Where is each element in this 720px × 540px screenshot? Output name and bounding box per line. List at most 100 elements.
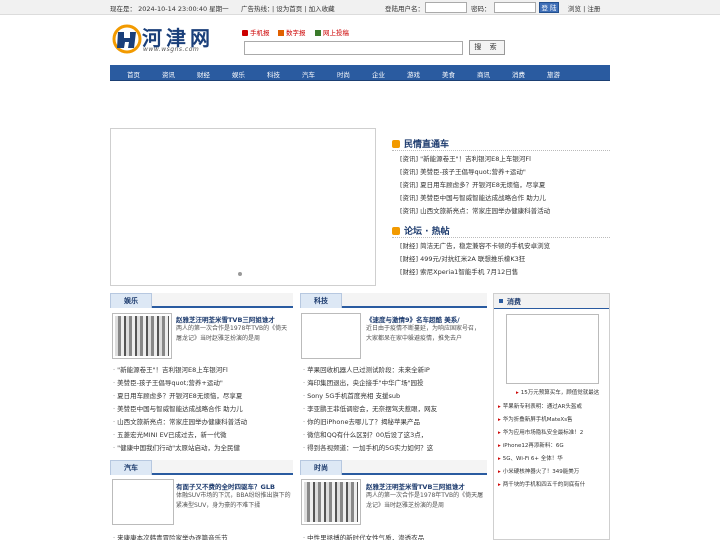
site-logo-icon[interactable] <box>112 22 142 58</box>
list-item[interactable]: 海印集团退出，央企接手"中华广场"园投 <box>303 377 423 387</box>
online-submit-link[interactable]: 网上投稿 <box>315 27 349 37</box>
tech-section: 科技 《速度与激情9》名车超酷 美系/ 近日由于疫情不断蔓延，为响应国家号召，大… <box>300 293 487 458</box>
homepage-favorite-links[interactable]: | 设为首页 | 加入收藏 <box>272 3 335 13</box>
list-item[interactable]: [资讯] 美赞臣中国与智威智能达成战略合作 助力儿 <box>400 192 546 202</box>
mobile-paper-link[interactable]: 手机报 <box>242 27 270 37</box>
featured-title[interactable]: 《速度与激情9》名车超酷 美系/ <box>366 314 460 324</box>
nav-item-food[interactable]: 美食 <box>442 69 455 79</box>
password-input[interactable] <box>494 2 536 13</box>
nav-item-enterprise[interactable]: 企业 <box>372 69 385 79</box>
list-item[interactable]: 山西文旅新亮点：常家庄园举办健康科普活动 <box>113 416 247 426</box>
consume-header: 消费 <box>494 294 609 309</box>
nav-item-business[interactable]: 商讯 <box>477 69 490 79</box>
list-item[interactable]: 5G、Wi-Fi 6+ 全体！华 <box>498 454 563 462</box>
divider <box>392 237 610 238</box>
featured-description: 两人的第一次合作是1978年TVB的《倚天屠龙记》当时赵雅芝扮演的是周 <box>366 492 484 509</box>
rss-icon <box>392 227 400 235</box>
consume-caption[interactable]: 15万元预算买车，顾值觉就最这 <box>516 388 600 396</box>
login-username-label: 登陆用户名： <box>385 5 424 13</box>
list-item[interactable]: 李亚鹏王菲低调密会，无奈摆驾夫惹眼，网友 <box>303 403 437 413</box>
tab-entertainment[interactable]: 娱乐 <box>110 293 152 308</box>
consume-title[interactable]: 消费 <box>507 297 521 307</box>
image-slider[interactable] <box>110 128 376 286</box>
nav-item-news[interactable]: 资讯 <box>162 69 175 79</box>
featured-description: 近日由于疫情不断蔓延，为响应国家号召，大家都呆在家中躲避疫情，推免去户 <box>366 325 481 342</box>
featured-description: 体融SUV市场的下沉，BBA纷纷推出旗下的紧凑型SUV，身为豪的不难下揉 <box>176 492 291 509</box>
search-button[interactable]: 搜 索 <box>469 40 505 55</box>
featured-photo <box>304 482 358 522</box>
list-item[interactable]: "新能源卷王"！吉利银河E8上车银河Fl <box>113 364 228 374</box>
featured-title[interactable]: 有面子又不费的全时四驱车？GLB <box>176 481 275 491</box>
featured-title[interactable]: 赵雅芝汪明荃米雪TVB三阿姐谁才 <box>176 314 275 324</box>
list-item[interactable]: [资讯] 夏日用车顾虑多？开银河E8无烦恼，尽享夏 <box>400 179 545 189</box>
list-item[interactable]: 你的旧iPhone去哪儿了？揭秘苹果产品 <box>303 416 420 426</box>
username-input[interactable] <box>425 2 467 13</box>
newspaper-icon <box>278 30 284 36</box>
featured-thumbnail[interactable] <box>112 479 174 525</box>
list-item[interactable]: 微信和QQ有什么区别？00后设了这3点， <box>303 429 427 439</box>
list-item[interactable]: 华为应用市场隐私安全最标准！2 <box>498 428 584 436</box>
consume-thumbnail[interactable] <box>506 314 599 384</box>
fashion-section: 时尚 赵雅芝汪明荃米雪TVB三阿姐谁才 两人的第一次合作是1978年TVB的《倚… <box>300 460 487 540</box>
list-item[interactable]: iPhone12再添新料：6G <box>498 441 564 449</box>
tab-auto[interactable]: 汽车 <box>110 460 152 475</box>
datetime-text: 现在是： 2024-10-14 23:00:40 星期一 <box>110 5 229 13</box>
divider <box>392 150 610 151</box>
featured-thumbnail[interactable] <box>301 479 361 525</box>
forum-title[interactable]: 论坛 · 热帖 <box>392 224 450 237</box>
rss-icon <box>392 140 400 148</box>
nav-item-games[interactable]: 游戏 <box>407 69 420 79</box>
login-button[interactable]: 登 陆 <box>539 2 559 13</box>
nav-item-entertainment[interactable]: 娱乐 <box>232 69 245 79</box>
list-item[interactable]: [资讯] 美赞臣-孩子王倡导quot;营养+运动" <box>400 166 526 176</box>
list-item[interactable]: 小米硬核神器火了！349能美万 <box>498 467 580 475</box>
nav-item-auto[interactable]: 汽车 <box>302 69 315 79</box>
consume-section: 消费 15万元预算买车，顾值觉就最这 苹果新专利表明：通过AR头盔或 华为折叠新… <box>493 293 610 540</box>
forum-section: 论坛 · 热帖 [财经] 简洁无广告，稳定兼容不卡顿的手机安卓浏览 [财经] 4… <box>392 224 610 280</box>
password-label: 密码： <box>471 5 491 13</box>
minqing-section: 民情直通车 [资讯] "新能源卷王"！吉利银河E8上车银河Fl [资讯] 美赞臣… <box>392 137 610 217</box>
list-item[interactable]: 夏日用车顾虑多？开银河E8无烦恼，尽享夏 <box>113 390 242 400</box>
list-item[interactable]: 美赞臣-孩子王倡导quot;营养+运动" <box>113 377 223 387</box>
nav-item-travel[interactable]: 旅游 <box>547 69 560 79</box>
list-item[interactable]: 五菱宏光MINI EV已成过去，新一代微 <box>113 429 226 439</box>
nav-item-tech[interactable]: 科技 <box>267 69 280 79</box>
search-input[interactable] <box>244 41 463 55</box>
browse-register-links[interactable]: 浏览 | 注册 <box>568 3 600 13</box>
nav-item-finance[interactable]: 财经 <box>197 69 210 79</box>
list-item[interactable]: [财经] 简洁无广告，稳定兼容不卡顿的手机安卓浏览 <box>400 240 550 250</box>
list-item[interactable]: [财经] 索尼Xperia1智能手机 7月12日售 <box>400 266 518 276</box>
tab-tech[interactable]: 科技 <box>300 293 342 308</box>
nav-item-consume[interactable]: 消费 <box>512 69 525 79</box>
list-item[interactable]: [资讯] "新能源卷王"！吉利银河E8上车银河Fl <box>400 153 531 163</box>
featured-photo <box>115 316 169 356</box>
digital-paper-link[interactable]: 数字报 <box>278 27 306 37</box>
top-bar: 现在是： 2024-10-14 23:00:40 星期一 广告热线： | 设为首… <box>0 0 720 15</box>
list-item[interactable]: 来康康本次韩青冒险家举办逐篇音乐节 <box>113 532 228 540</box>
list-item[interactable]: 得到各视频道：一加手机的5G实力如何？这 <box>303 442 433 452</box>
square-bullet-icon <box>499 299 503 303</box>
list-item[interactable]: "健康中国我们行动"太原站启动，为全民健 <box>113 442 240 452</box>
list-item[interactable]: 苹果新专利表明：通过AR头盔或 <box>498 402 582 410</box>
main-nav: 首页 资讯 财经 娱乐 科技 汽车 时尚 企业 游戏 美食 商讯 消费 旅游 <box>110 65 610 81</box>
minqing-title[interactable]: 民情直通车 <box>392 137 449 150</box>
auto-section: 汽车 有面子又不费的全时四驱车？GLB 体融SUV市场的下沉，BBA纷纷推出旗下… <box>110 460 293 540</box>
list-item[interactable]: 两千块的手机和四五千的到底有什 <box>498 480 586 488</box>
featured-thumbnail[interactable] <box>112 313 172 359</box>
list-item[interactable]: 中性里拯搏的新时代女性气质，渗透衣品 <box>303 532 424 540</box>
nav-item-fashion[interactable]: 时尚 <box>337 69 350 79</box>
slider-dot[interactable] <box>238 272 242 276</box>
featured-title[interactable]: 赵雅芝汪明荃米雪TVB三阿姐谁才 <box>366 481 465 491</box>
featured-thumbnail[interactable] <box>301 313 361 359</box>
entertainment-section: 娱乐 赵雅芝汪明荃米雪TVB三阿姐谁才 两人的第一次合作是1978年TVB的《倚… <box>110 293 293 458</box>
list-item[interactable]: [资讯] 山西文旅新亮点：常家庄园举办健康科普活动 <box>400 205 550 215</box>
list-item[interactable]: [财经] 499元/对抗红米2A 联想推乐檬K3狂 <box>400 253 525 263</box>
list-item[interactable]: 华为折叠新屏手机MateXs售 <box>498 415 573 423</box>
nav-item-home[interactable]: 首页 <box>127 69 140 79</box>
pencil-icon <box>315 30 321 36</box>
list-item[interactable]: 美赞臣中国与智威智能达成战略合作 助力儿 <box>113 403 243 413</box>
list-item[interactable]: 苹果回收机器人已过测试阶段：未来全新iP <box>303 364 430 374</box>
list-item[interactable]: Sony 5G手机首度亮相 支援sub <box>303 390 400 400</box>
tab-fashion[interactable]: 时尚 <box>300 460 342 475</box>
site-url: www.wsgns.com <box>143 46 200 53</box>
